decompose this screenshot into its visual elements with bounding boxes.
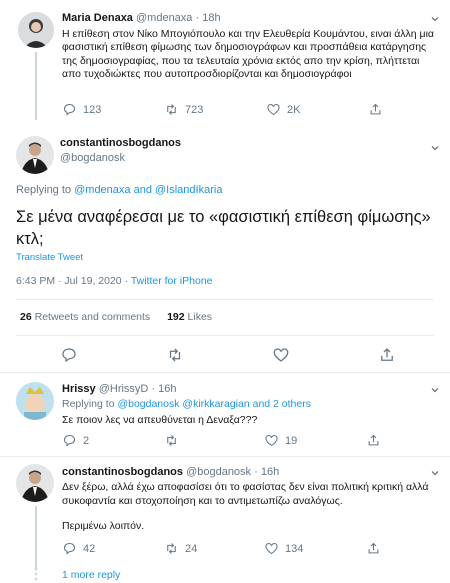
reply-icon (63, 542, 76, 555)
reply1-time[interactable]: · 16h (151, 383, 176, 395)
tweet1-like-count: 2K (287, 103, 301, 116)
tweet1-reply-button[interactable]: 123 (62, 102, 101, 117)
likes-label: Likes (187, 311, 213, 323)
avatar-hrissy[interactable] (16, 382, 54, 420)
reply1-handle[interactable]: @HrissyD (99, 383, 149, 395)
heart-icon (273, 348, 289, 362)
main-tweet-share-button[interactable] (378, 346, 396, 364)
reply2-share-button[interactable] (366, 541, 381, 556)
reply2-retweet-count: 24 (185, 542, 198, 555)
replying-and[interactable]: and (134, 184, 152, 196)
reply2-time[interactable]: · 16h (254, 466, 279, 478)
reply1-replying-others[interactable]: and 2 others (253, 398, 311, 410)
reply2-text-second: Περιμένω λοιπόν. (62, 520, 145, 532)
reply1-replying-prefix: Replying to (62, 398, 115, 410)
main-tweet-reply-button[interactable] (60, 346, 78, 364)
thread-connector (35, 52, 37, 120)
retweet-icon (167, 435, 176, 446)
reply2-reply-count: 42 (83, 542, 96, 555)
reply2-like-button[interactable]: 134 (264, 541, 303, 556)
reply1-text: Σε ποιον λες να απευθύνεται η Δεναξα??? (62, 414, 258, 426)
main-tweet-source[interactable]: Twitter for iPhone (131, 275, 213, 287)
thread-connector (35, 506, 37, 568)
engagement-stats: 26 Retweets and comments 192 Likes (20, 311, 212, 323)
likes-stat[interactable]: 192 Likes (167, 311, 212, 323)
avatar-constantinosbogdanos[interactable] (16, 136, 54, 174)
divider (0, 456, 450, 457)
main-tweet-text: Σε μένα αναφέρεσαι με το «φασιστική επίθ… (16, 208, 431, 248)
heart-icon (267, 103, 280, 116)
reply1-retweet-button[interactable] (164, 433, 179, 448)
reply1-like-count: 19 (285, 434, 298, 447)
tweet1-handle[interactable]: @mdenaxa (136, 12, 192, 24)
reply1-reply-count: 2 (83, 434, 90, 447)
tweet1-retweet-button[interactable]: 723 (164, 102, 203, 117)
tweet1-reply-count: 123 (83, 103, 102, 116)
replying-user-islandikaria[interactable]: @IslandIkaria (155, 184, 222, 196)
translate-tweet-link[interactable]: Translate Tweet (16, 252, 83, 263)
main-tweet-meta: 6:43 PM · Jul 19, 2020 · Twitter for iPh… (16, 275, 213, 287)
reply2-text: Δεν ξέρω, αλλά έχω αποφασίσει ότι το φασ… (62, 481, 429, 507)
main-tweet-timestamp[interactable]: 6:43 PM · Jul 19, 2020 · (16, 275, 128, 287)
retweet-icon (169, 348, 181, 362)
retweets-label: Retweets and comments (34, 311, 151, 323)
retweet-icon (167, 543, 176, 554)
divider (16, 299, 434, 300)
tweet1-like-button[interactable]: 2K (266, 102, 300, 117)
tweet1-share-button[interactable] (368, 102, 383, 117)
heart-icon (265, 542, 278, 555)
reply2-retweet-button[interactable]: 24 (164, 541, 197, 556)
reply2-handle[interactable]: @bogdanosk (186, 466, 251, 478)
reply1-share-button[interactable] (366, 433, 381, 448)
reply2-reply-button[interactable]: 42 (62, 541, 95, 556)
main-tweet-retweet-button[interactable] (166, 346, 184, 364)
tweet1-header: Maria Denaxa @mdenaxa · 18h (62, 12, 221, 24)
main-tweet-display-name[interactable]: constantinosbogdanos (60, 137, 181, 149)
caret-down-icon[interactable] (430, 11, 440, 29)
likes-count: 192 (167, 311, 185, 323)
reply2-header: constantinosbogdanos @bogdanosk · 16h (62, 466, 279, 478)
tweet1-text: Η επίθεση στον Νίκο Μπογιόπουλο και την … (62, 28, 434, 81)
reply-icon (62, 348, 76, 363)
reply1-like-button[interactable]: 19 (264, 433, 297, 448)
reply1-replying-to: Replying to @bogdanosk @kirkkaragian and… (62, 398, 311, 410)
tweet1-retweet-count: 723 (185, 103, 204, 116)
main-tweet-handle[interactable]: @bogdanosk (60, 152, 125, 164)
share-icon (368, 434, 379, 446)
divider (16, 335, 434, 336)
tweet1-time[interactable]: · 18h (195, 12, 220, 24)
reply1-display-name[interactable]: Hrissy (62, 383, 96, 395)
reply2-display-name[interactable]: constantinosbogdanos (62, 466, 183, 478)
retweet-icon (167, 104, 176, 115)
share-icon (381, 348, 393, 361)
reply1-replying-user-bogdanosk[interactable]: @bogdanosk (117, 398, 179, 410)
main-tweet-replying-to: Replying to @mdenaxa and @IslandIkaria (16, 184, 222, 196)
tweet1-display-name[interactable]: Maria Denaxa (62, 12, 133, 24)
retweets-count: 26 (20, 311, 32, 323)
reply-icon (63, 103, 76, 116)
replying-prefix: Replying to (16, 184, 72, 196)
divider (0, 372, 450, 373)
avatar-constantinosbogdanos-reply[interactable] (16, 464, 54, 502)
main-tweet-caret-icon[interactable] (430, 140, 440, 158)
reply1-reply-button[interactable]: 2 (62, 433, 89, 448)
reply-icon (63, 434, 76, 447)
replying-user-mdenaxa[interactable]: @mdenaxa (74, 184, 130, 196)
more-replies-dots (33, 567, 39, 583)
avatar-maria-denaxa[interactable] (18, 12, 54, 48)
retweets-stat[interactable]: 26 Retweets and comments (20, 311, 153, 323)
reply1-caret-icon[interactable] (430, 382, 440, 400)
main-tweet-like-button[interactable] (272, 346, 290, 364)
reply1-header: Hrissy @HrissyD · 16h (62, 383, 177, 395)
reply1-replying-user-kirkkaragian[interactable]: @kirkkaragian (182, 398, 249, 410)
more-replies-link[interactable]: 1 more reply (62, 569, 120, 581)
heart-icon (265, 434, 278, 447)
reply2-like-count: 134 (285, 542, 304, 555)
share-icon (368, 542, 379, 554)
share-icon (370, 103, 381, 115)
